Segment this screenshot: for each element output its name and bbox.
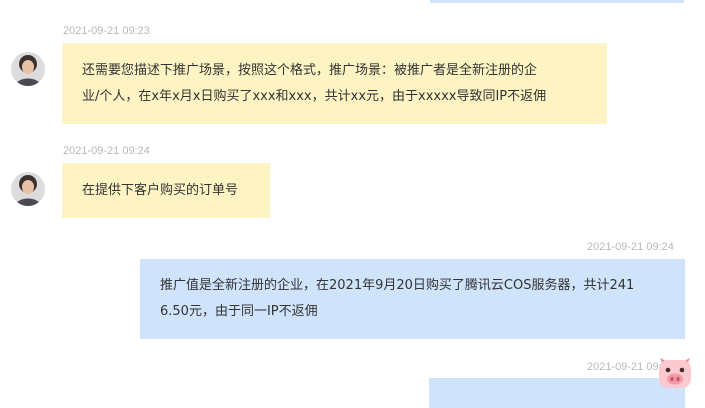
message-line: 6.50元，由于同一IP不返佣 xyxy=(160,304,318,319)
message-line: 还需要您描述下推广场景，按照这个格式，推广场景：被推广者是全新注册的企 xyxy=(82,63,538,78)
message-bubble-agent: 在提供下客户购买的订单号 xyxy=(62,163,270,218)
message-line: 业/个人，在x年x月x日购买了xxx和xxx，共计xx元，由于xxxxx导致同I… xyxy=(82,89,547,104)
message-line: 在提供下客户购买的订单号 xyxy=(82,183,239,198)
message-bubble-previous xyxy=(430,0,684,3)
message-bubble-user: 推广值是全新注册的企业，在2021年9月20日购买了腾讯云COS服务器，共计24… xyxy=(140,259,685,339)
message-timestamp: 2021-09-21 09:24 xyxy=(587,241,674,253)
message-timestamp: 2021-09-21 09: xyxy=(587,361,662,373)
person-icon xyxy=(11,52,45,86)
agent-avatar[interactable] xyxy=(11,52,45,86)
person-icon xyxy=(11,172,45,206)
message-timestamp: 2021-09-21 09:24 xyxy=(63,145,150,157)
agent-avatar[interactable] xyxy=(11,172,45,206)
pig-face-icon[interactable] xyxy=(656,352,694,390)
message-bubble-agent: 还需要您描述下推广场景，按照这个格式，推广场景：被推广者是全新注册的企 业/个人… xyxy=(62,43,607,124)
message-line: 推广值是全新注册的企业，在2021年9月20日购买了腾讯云COS服务器，共计24… xyxy=(160,278,635,293)
message-bubble-user xyxy=(429,378,685,408)
message-timestamp: 2021-09-21 09:23 xyxy=(63,25,150,37)
